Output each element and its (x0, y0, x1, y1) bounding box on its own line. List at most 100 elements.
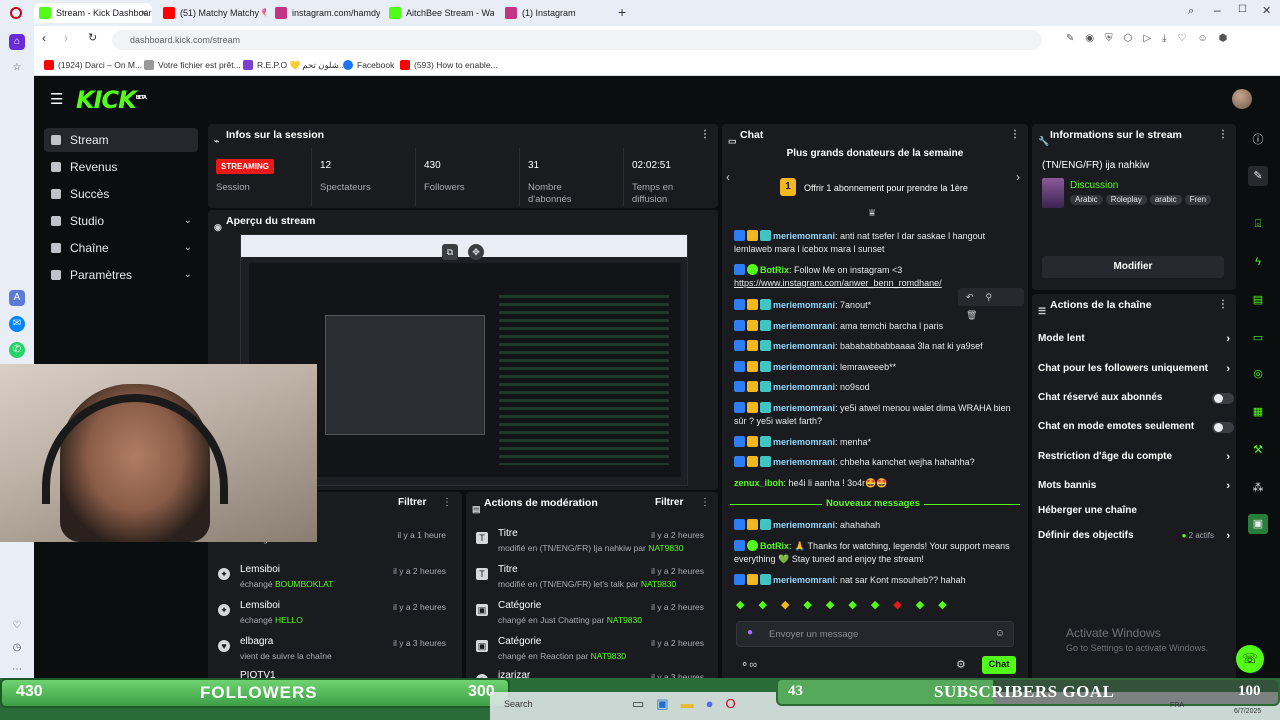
document-icon[interactable]: ▤ (1248, 290, 1268, 310)
tag[interactable]: Arabic (1070, 195, 1103, 205)
tab-instagram-hamdy[interactable]: instagram.com/hamdy.be (270, 3, 380, 23)
kick-logo[interactable]: KICKBETA (76, 86, 147, 114)
forward-icon[interactable]: › (64, 31, 68, 45)
chat-username[interactable]: meriemomrani (773, 321, 835, 331)
gift-sub-cta[interactable]: Offrir 1 abonnement pour prendre la 1ère (804, 183, 968, 193)
chat-username[interactable]: meriemomrani (773, 300, 835, 310)
nav-chaine[interactable]: Chaîne ⌄ (44, 236, 198, 260)
play-icon[interactable]: ▷ (1143, 33, 1162, 44)
subscribers-only-toggle[interactable] (1212, 393, 1234, 404)
hamburger-menu-icon[interactable]: ☰ (50, 90, 63, 108)
emote-only-toggle[interactable] (1212, 422, 1234, 433)
bookmark-item[interactable]: (1924) Darci – On M... (44, 58, 142, 72)
camera-icon[interactable]: ⌻ (1248, 214, 1268, 234)
history-icon[interactable]: ◷ (9, 640, 25, 656)
heart-icon[interactable]: ♡ (9, 618, 25, 634)
chat-input[interactable]: ● Envoyer un message ☺ (736, 621, 1014, 647)
message-icon[interactable]: ▭ (1248, 328, 1268, 348)
emote-icon[interactable]: ◆ (781, 599, 803, 611)
fullscreen-icon[interactable]: ✥ (468, 244, 484, 260)
tag[interactable]: Roleplay (1105, 195, 1147, 205)
clock-date[interactable]: 6/7/2025 (1234, 708, 1261, 715)
chat-username[interactable]: meriemomrani (773, 575, 835, 585)
chat-username[interactable]: meriemomrani (773, 362, 835, 372)
info-icon[interactable]: ⓘ (1248, 130, 1268, 150)
support-chat-icon[interactable]: ☏ (1236, 645, 1264, 673)
chat-username[interactable]: meriemomrani (773, 520, 835, 530)
nav-parametres[interactable]: Paramètres ⌄ (44, 263, 198, 287)
emote-icon[interactable]: ◆ (893, 599, 915, 611)
more-icon[interactable]: ⋯ (9, 662, 25, 678)
extensions-icon[interactable]: ⬢ (1219, 33, 1239, 44)
close-window-icon[interactable]: ✕ (1262, 4, 1271, 17)
tab-kick-dashboard[interactable]: Stream - Kick Dashboard ✕ (34, 3, 152, 23)
maximize-window-icon[interactable]: ☐ (1238, 4, 1247, 15)
heart-icon[interactable]: ♡ (1177, 33, 1197, 44)
chat-username[interactable]: meriemomrani (773, 457, 835, 467)
discord-icon[interactable]: ● (706, 696, 726, 711)
reload-icon[interactable]: ↻ (88, 31, 97, 44)
star-icon[interactable]: ☆ (9, 60, 25, 76)
chat-username[interactable]: meriemomrani (773, 382, 835, 392)
camera-icon[interactable]: ◉ (1085, 33, 1105, 44)
emote-icon[interactable]: ◆ (871, 599, 893, 611)
chat-username[interactable]: zenux_iboh (734, 478, 784, 488)
settings-gear-icon[interactable]: ⚙ (956, 658, 966, 671)
chat-username[interactable]: BotRix (760, 265, 789, 275)
modify-stream-button[interactable]: Modifier (1042, 256, 1224, 278)
more-options-icon[interactable]: ⋮ (1010, 124, 1020, 146)
more-options-icon[interactable]: ⋮ (1218, 124, 1228, 146)
task-view-icon[interactable]: ▭ (632, 696, 656, 711)
more-options-icon[interactable]: ⋮ (700, 492, 710, 514)
new-tab-icon[interactable]: + (618, 4, 626, 20)
tag[interactable]: arabic (1149, 195, 1182, 205)
pinned-icon[interactable]: ⩸ (869, 208, 875, 219)
emoji-icon[interactable]: ☺ (995, 628, 1005, 639)
more-options-icon[interactable]: ⋮ (1218, 294, 1228, 316)
home-icon[interactable]: ⌂ (9, 34, 25, 50)
mic-icon[interactable]: ● (747, 627, 753, 638)
tab-instagram[interactable]: (1) Instagram (500, 3, 610, 23)
points-icon[interactable]: ⚬∞ (740, 658, 757, 671)
age-restriction-row[interactable]: Restriction d'âge du compte › (1038, 444, 1230, 470)
url-input[interactable]: dashboard.kick.com/stream (112, 30, 1042, 50)
emote-icon[interactable]: ◆ (916, 599, 938, 611)
apps-icon[interactable]: ⁂ (1248, 478, 1268, 498)
bolt-icon[interactable]: ϟ (1248, 252, 1268, 272)
tab-youtube[interactable]: (51) Matchy Matchy 💖 Ep (158, 3, 266, 23)
host-channel-row[interactable]: Héberger une chaîne (1038, 498, 1228, 524)
opera-logo-icon[interactable] (10, 7, 22, 19)
emote-icon[interactable]: ◆ (938, 599, 960, 611)
send-chat-button[interactable]: Chat (982, 656, 1016, 674)
bookmark-item[interactable]: Facebook (343, 58, 394, 72)
chevron-right-icon[interactable]: › (1016, 170, 1020, 184)
popout-icon[interactable]: ⧉ (442, 244, 458, 260)
shield-icon[interactable]: ⛨ (1105, 33, 1124, 44)
store-icon[interactable]: ▣ (656, 696, 680, 711)
app-icon[interactable]: A (9, 290, 25, 306)
bookmark-item[interactable]: R.E.P.O 💛 شلون تحم... (243, 58, 346, 72)
edit-icon[interactable]: ✎ (1066, 33, 1085, 44)
followers-only-row[interactable]: Chat pour les followers uniquement › (1038, 356, 1230, 382)
nav-succes[interactable]: Succès (44, 182, 198, 206)
slow-mode-row[interactable]: Mode lent › (1038, 326, 1230, 352)
more-options-icon[interactable]: ⋮ (700, 124, 710, 146)
broadcast-icon[interactable]: ◎ (1248, 364, 1268, 384)
vpn-icon[interactable]: ⬡ (1124, 33, 1144, 44)
tab-aitchbee[interactable]: AitchBee Stream - Watch (384, 3, 494, 23)
avatar[interactable] (1232, 89, 1252, 109)
filter-button[interactable]: Filtrer (655, 497, 683, 508)
download-icon[interactable]: ⤓ (1162, 33, 1177, 44)
chat-username[interactable]: meriemomrani (773, 403, 835, 413)
language-indicator[interactable]: FRA (1170, 702, 1184, 709)
layers-icon[interactable]: ▦ (1248, 402, 1268, 422)
emote-icon[interactable]: ◆ (848, 599, 870, 611)
back-icon[interactable]: ‹ (42, 31, 46, 45)
emote-icon[interactable]: ◆ (736, 599, 758, 611)
opera-icon[interactable]: O (725, 696, 747, 711)
tag[interactable]: Fren (1184, 195, 1212, 205)
bookmark-item[interactable]: (593) How to enable... (400, 58, 498, 72)
more-options-icon[interactable]: ⋮ (442, 492, 452, 514)
chat-username[interactable]: meriemomrani (773, 437, 835, 447)
tools-icon[interactable]: ⚒ (1248, 440, 1268, 460)
